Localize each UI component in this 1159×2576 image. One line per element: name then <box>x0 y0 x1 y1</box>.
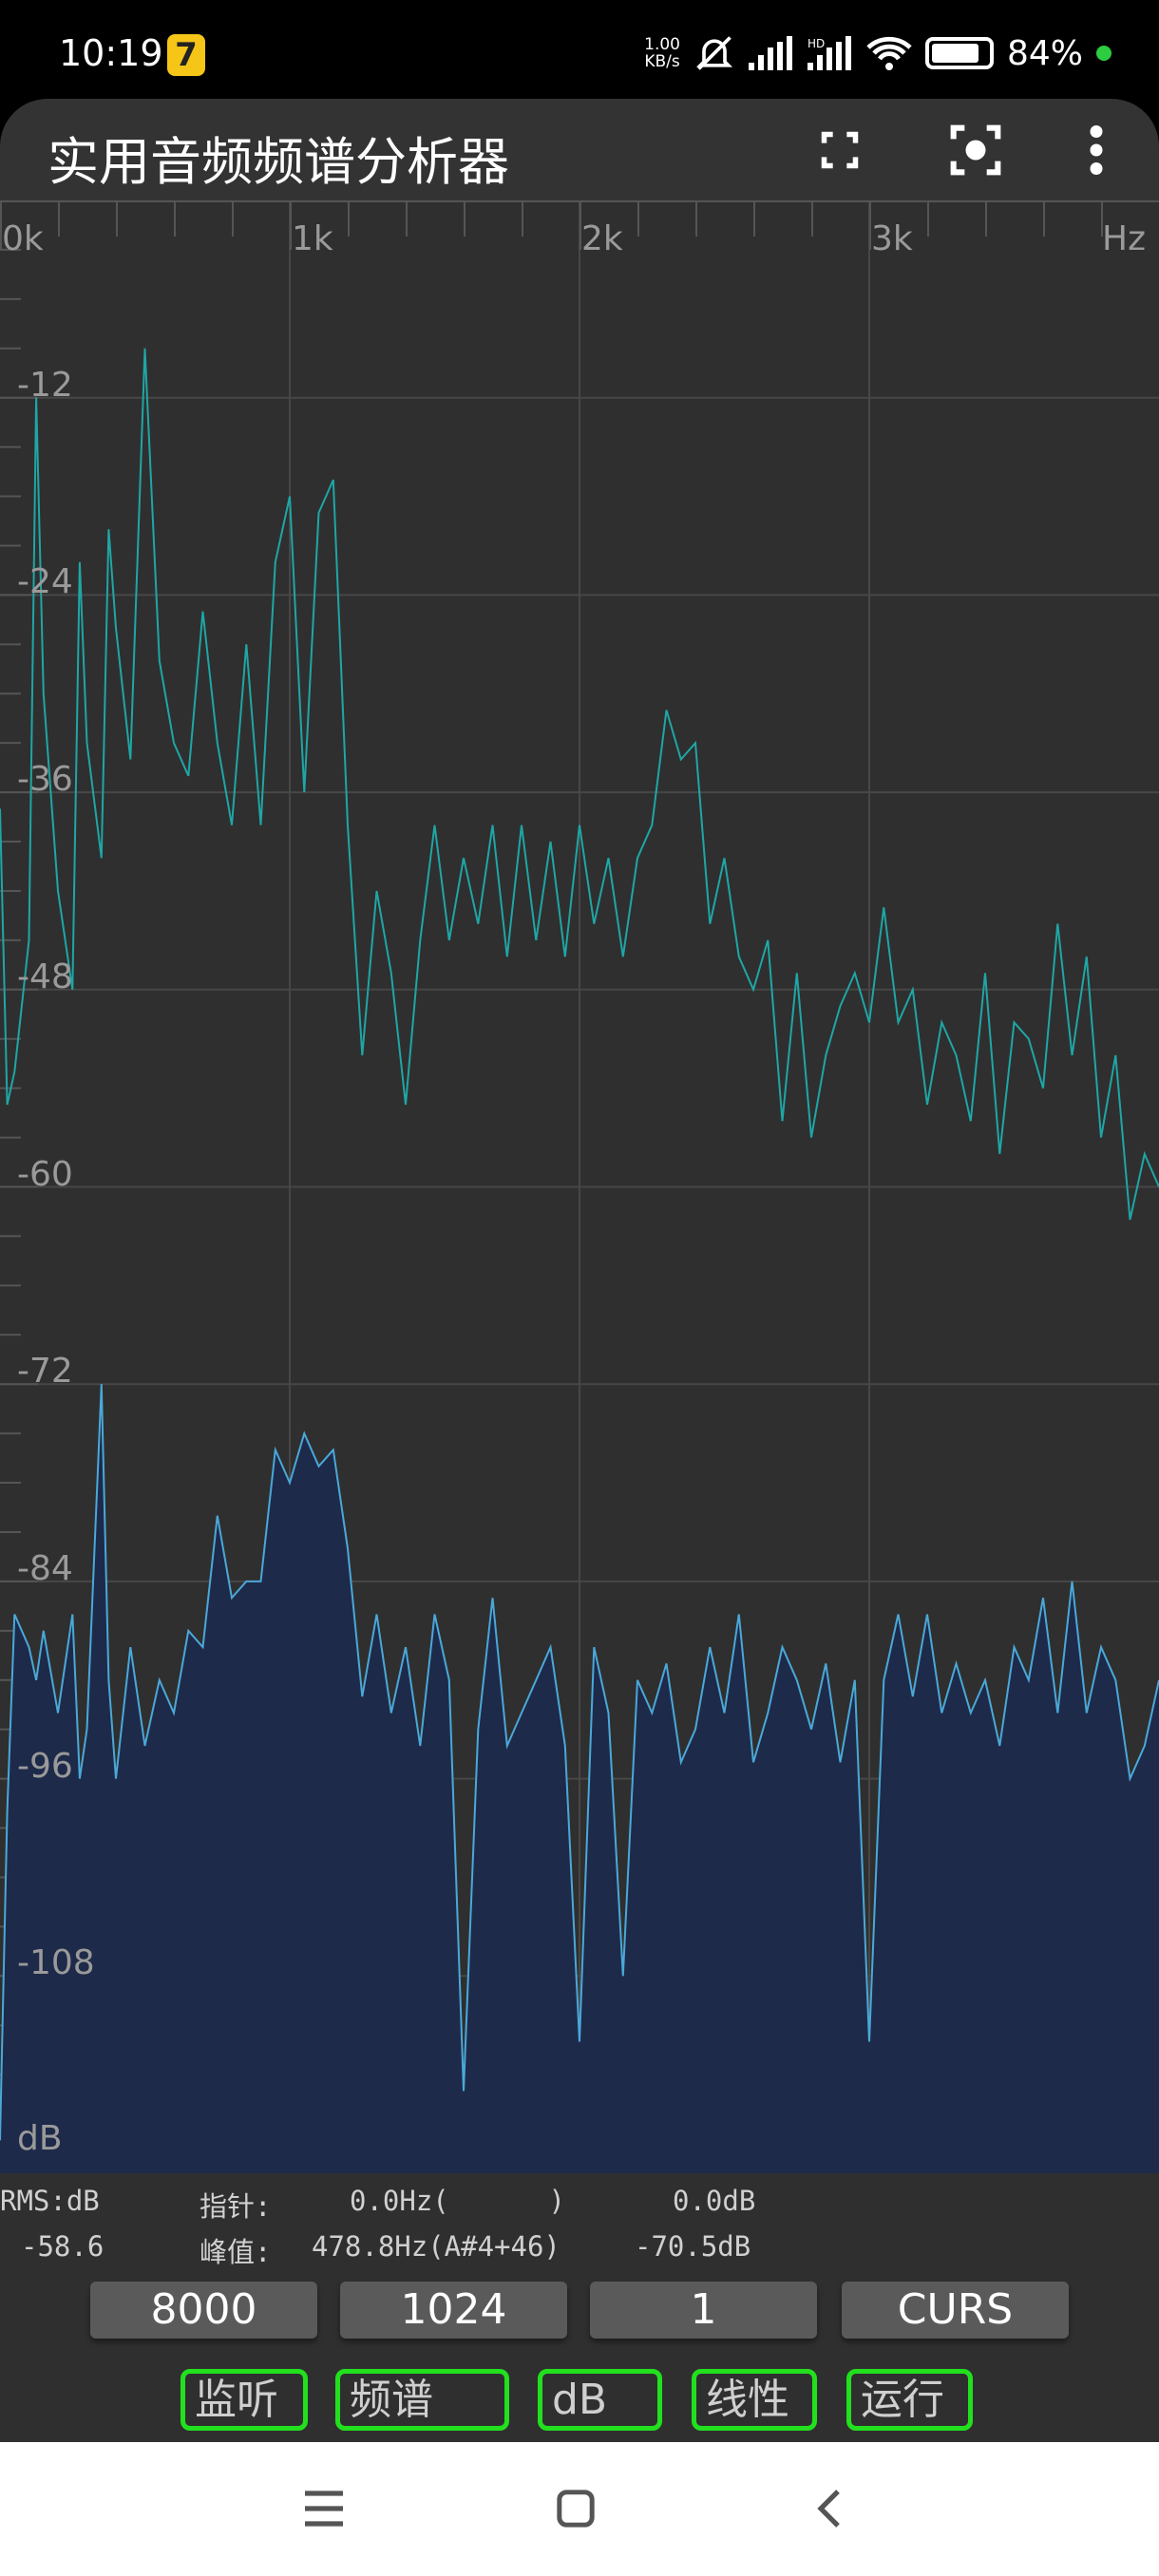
status-bar: 10:19 7 1.00 KB/s HD 84% <box>0 0 1159 99</box>
more-options-button[interactable] <box>1066 120 1127 180</box>
app-notification-icon: 7 <box>167 34 205 76</box>
navigation-bar <box>0 2442 1159 2576</box>
signal-icon <box>748 36 792 70</box>
privacy-dot <box>1096 46 1112 61</box>
cursor-label: 指针: <box>200 2190 272 2223</box>
rms-value: -58.6 <box>21 2230 104 2263</box>
spectrum-plot[interactable]: 0k 1k 2k 3k Hz -12 -24 -36 -48 -60 -72 -84 -96 -108… <box>0 200 1159 2173</box>
capture-button[interactable] <box>945 120 1006 180</box>
y-tick-label: -24 <box>17 562 73 602</box>
db-toggle[interactable]: dB <box>538 2369 662 2431</box>
y-tick-label: -36 <box>17 760 73 800</box>
y-tick-label: -84 <box>17 1548 73 1588</box>
x-unit-label: Hz <box>1102 219 1146 258</box>
hd-signal-icon: HD <box>807 36 851 70</box>
cursor-db: 0.0dB <box>673 2185 756 2217</box>
spectrum-toggle[interactable]: 频谱 <box>335 2369 509 2431</box>
more-vert-icon <box>1090 125 1103 175</box>
peak-label: 峰值: <box>200 2236 272 2268</box>
fullscreen-button[interactable] <box>809 120 870 180</box>
network-speed: 1.00 KB/s <box>644 36 680 70</box>
svg-text:HD: HD <box>808 37 825 50</box>
y-tick-label: -60 <box>17 1154 73 1194</box>
net-speed-value: 1.00 <box>644 35 680 54</box>
sample-rate-button[interactable]: 8000 <box>90 2282 317 2339</box>
x-tick-label: 2k <box>581 219 623 258</box>
run-toggle[interactable]: 运行 <box>846 2369 973 2431</box>
back-button[interactable] <box>800 2480 857 2537</box>
x-tick-label: 1k <box>292 219 333 258</box>
capture-icon <box>950 124 1001 176</box>
mute-bell-icon <box>695 36 733 70</box>
peak-frequency: 478.8Hz(A#4+46) <box>312 2230 560 2263</box>
x-tick-label: 0k <box>2 219 44 258</box>
peak-db: -70.5dB <box>635 2230 751 2263</box>
home-button[interactable] <box>547 2480 604 2537</box>
wifi-icon <box>866 36 912 70</box>
y-tick-label: -48 <box>17 957 73 996</box>
x-tick-label: 3k <box>871 219 913 258</box>
cursor-mode-button[interactable]: CURS <box>842 2282 1069 2339</box>
clock: 10:19 <box>59 32 163 74</box>
y-unit-label: dB <box>17 2119 63 2158</box>
fullscreen-icon <box>821 131 859 169</box>
linear-toggle[interactable]: 线性 <box>692 2369 817 2431</box>
battery-percent: 84% <box>1006 33 1083 73</box>
fft-size-button[interactable]: 1024 <box>340 2282 567 2339</box>
rms-label: RMS:dB <box>0 2185 100 2217</box>
menu-icon <box>305 2491 343 2527</box>
y-tick-label: -12 <box>17 365 73 405</box>
y-tick-label: -72 <box>17 1352 73 1392</box>
app-title: 实用音频频谱分析器 <box>48 132 509 192</box>
y-tick-label: -108 <box>17 1943 95 1983</box>
net-speed-unit: KB/s <box>644 52 680 71</box>
spectrum-chart <box>0 200 1159 2173</box>
home-square-icon <box>557 2490 595 2528</box>
y-tick-label: -96 <box>17 1746 73 1786</box>
battery-icon <box>924 37 994 69</box>
cursor-frequency: 0.0Hz( ) <box>350 2185 565 2217</box>
menu-button[interactable] <box>295 2480 352 2537</box>
monitor-toggle[interactable]: 监听 <box>180 2369 308 2431</box>
app-bar: 实用音频频谱分析器 <box>0 99 1159 200</box>
average-button[interactable]: 1 <box>590 2282 817 2339</box>
back-chevron-icon <box>817 2490 840 2528</box>
